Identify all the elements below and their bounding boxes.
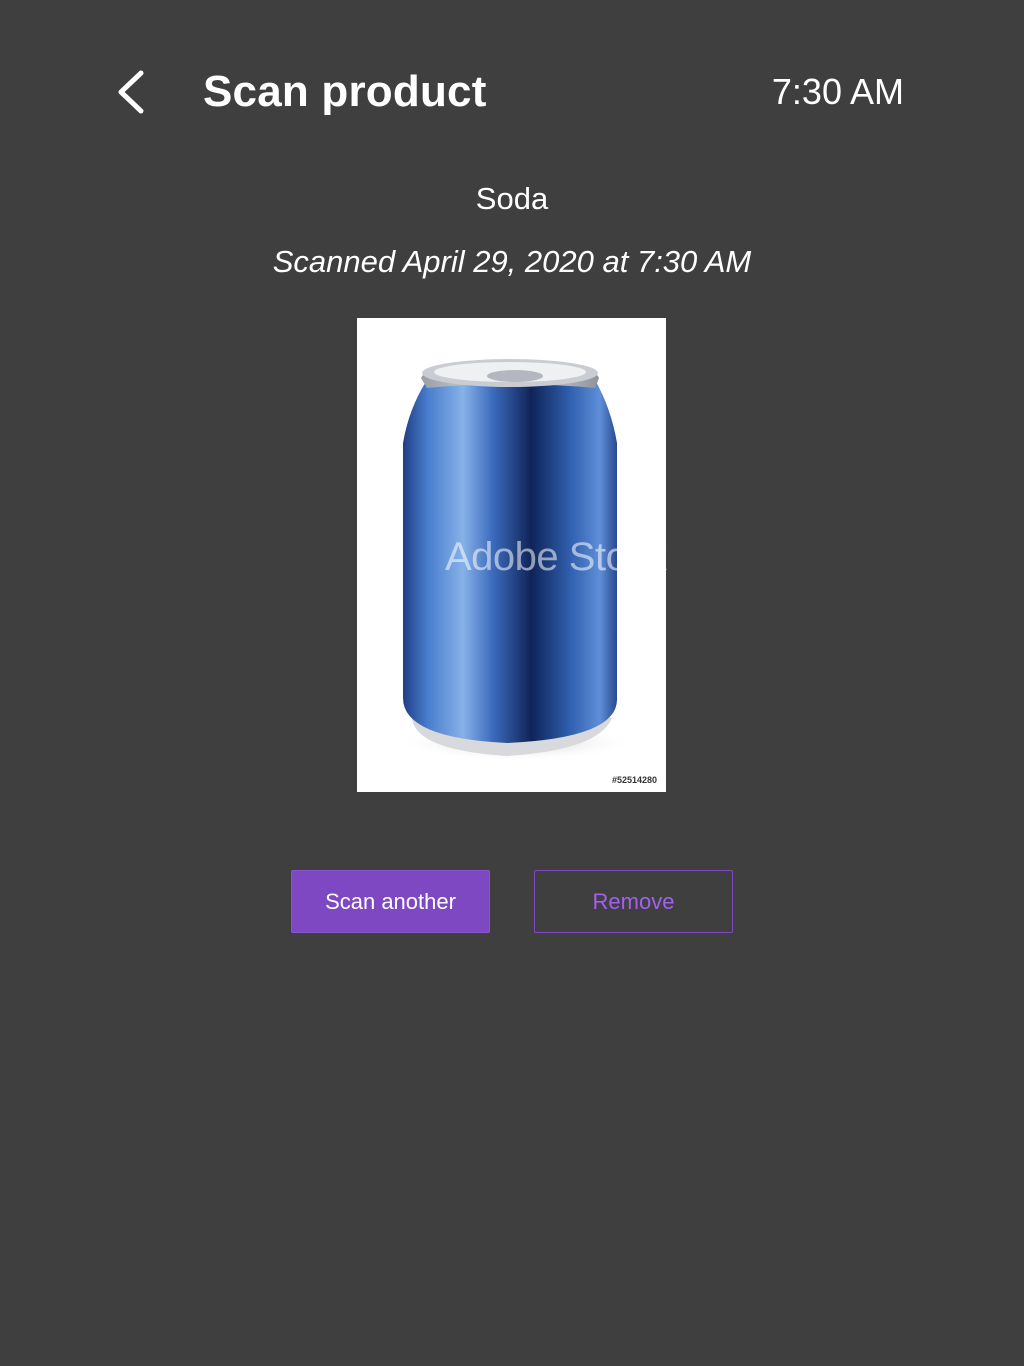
page-title: Scan product [203, 67, 487, 116]
scan-timestamp: Scanned April 29, 2020 at 7:30 AM [272, 244, 752, 279]
chevron-left-icon [115, 68, 149, 121]
image-stock-id: #52514280 [612, 775, 658, 785]
product-name: Soda [475, 181, 549, 216]
back-button[interactable] [104, 64, 160, 124]
image-watermark: Adobe Stock [445, 535, 667, 579]
scan-another-button[interactable]: Scan another [291, 870, 490, 933]
remove-button[interactable]: Remove [534, 870, 733, 933]
clock-time: 7:30 AM [771, 71, 904, 112]
